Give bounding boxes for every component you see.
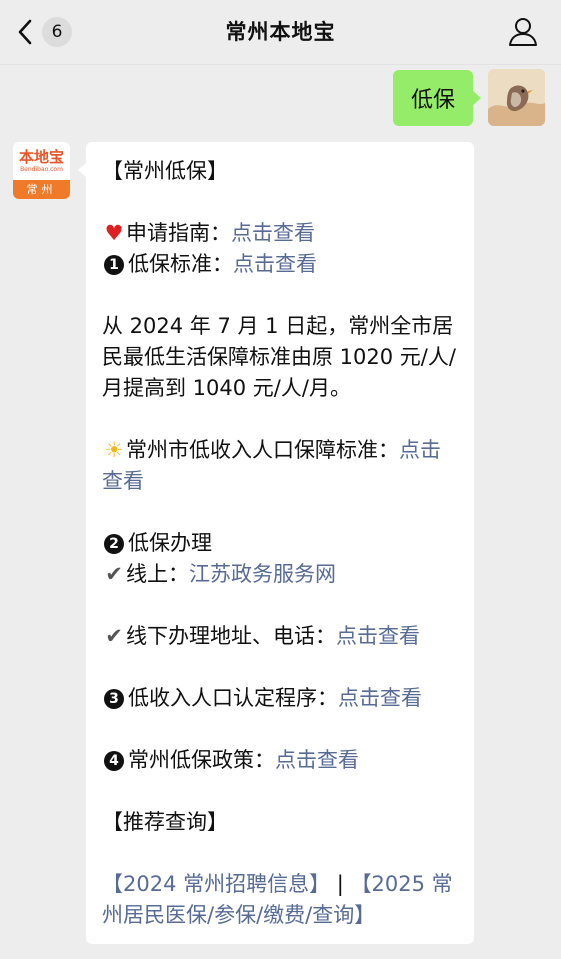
avatar-logo-text: 本地宝 xyxy=(18,148,64,166)
recruitment-link[interactable]: 【2024 常州招聘信息】 xyxy=(102,872,330,896)
number-badge-4: 4 xyxy=(104,751,124,771)
item4-label: 常州低保政策： xyxy=(128,748,275,772)
top-bar: 6 常州本地宝 xyxy=(0,0,561,64)
chat-title: 常州本地宝 xyxy=(225,20,336,44)
guide-label: 申请指南： xyxy=(126,221,231,245)
outgoing-message-text: 低保 xyxy=(410,88,455,113)
recommend-links-row: 【2024 常州招聘信息】 | 【2025 常州居民医保/参保/缴费/查询】 xyxy=(102,869,458,931)
message-heading: 【常州低保】 xyxy=(102,159,228,183)
check-icon: ✔ xyxy=(105,562,123,586)
low-income-label: 常州市低收入人口保障标准： xyxy=(126,438,399,462)
low-income-row: ☀ 常州市低收入人口保障标准：点击查看 xyxy=(102,435,458,497)
item3-row: 3 低收入人口认定程序：点击查看 xyxy=(102,683,458,714)
check-icon: ✔ xyxy=(105,624,123,648)
user-icon[interactable] xyxy=(507,16,539,48)
number-badge-2: 2 xyxy=(104,534,124,554)
incoming-message-bubble: 【常州低保】 ♥ 申请指南：点击查看 1 低保标准：点击查看 从 2024 年 7 … xyxy=(78,142,474,944)
item3-label: 低收入人口认定程序： xyxy=(128,686,338,710)
item4-link[interactable]: 点击查看 xyxy=(275,748,359,772)
item1-label: 低保标准： xyxy=(128,252,233,276)
guide-row: ♥ 申请指南：点击查看 xyxy=(102,218,458,249)
outgoing-message-bubble[interactable]: 低保 xyxy=(392,70,482,126)
standard-paragraph: 从 2024 年 7 月 1 日起，常州全市居民最低生活保障标准由原 1020 … xyxy=(102,314,456,400)
offline-row: ✔ 线下办理地址、电话：点击查看 xyxy=(102,621,458,652)
item1-link[interactable]: 点击查看 xyxy=(233,252,317,276)
offline-link[interactable]: 点击查看 xyxy=(336,624,420,648)
avatar-logo-subtext: Bendibao.com xyxy=(20,166,63,173)
item2-label: 低保办理 xyxy=(128,531,212,555)
official-account-avatar[interactable]: 本地宝 Bendibao.com 常州 xyxy=(13,142,70,199)
guide-link[interactable]: 点击查看 xyxy=(231,221,315,245)
online-row: ✔ 线上：江苏政务服务网 xyxy=(102,559,458,590)
item2-row: 2 低保办理 xyxy=(102,528,458,559)
avatar-city-label: 常州 xyxy=(13,180,70,199)
offline-label: 线下办理地址、电话： xyxy=(126,624,336,648)
my-avatar[interactable] xyxy=(488,69,545,126)
item3-link[interactable]: 点击查看 xyxy=(338,686,422,710)
recommend-separator: | xyxy=(330,872,351,896)
number-badge-3: 3 xyxy=(104,689,124,709)
recommend-heading: 【推荐查询】 xyxy=(102,810,228,834)
item1-row: 1 低保标准：点击查看 xyxy=(102,249,458,280)
online-label: 线上： xyxy=(126,562,189,586)
item4-row: 4 常州低保政策：点击查看 xyxy=(102,745,458,776)
number-badge-1: 1 xyxy=(104,255,124,275)
header-divider xyxy=(0,64,561,65)
avatar-image xyxy=(488,69,545,126)
heart-icon: ♥ xyxy=(104,221,124,245)
online-link[interactable]: 江苏政务服务网 xyxy=(189,562,336,586)
sun-icon: ☀ xyxy=(104,438,124,462)
